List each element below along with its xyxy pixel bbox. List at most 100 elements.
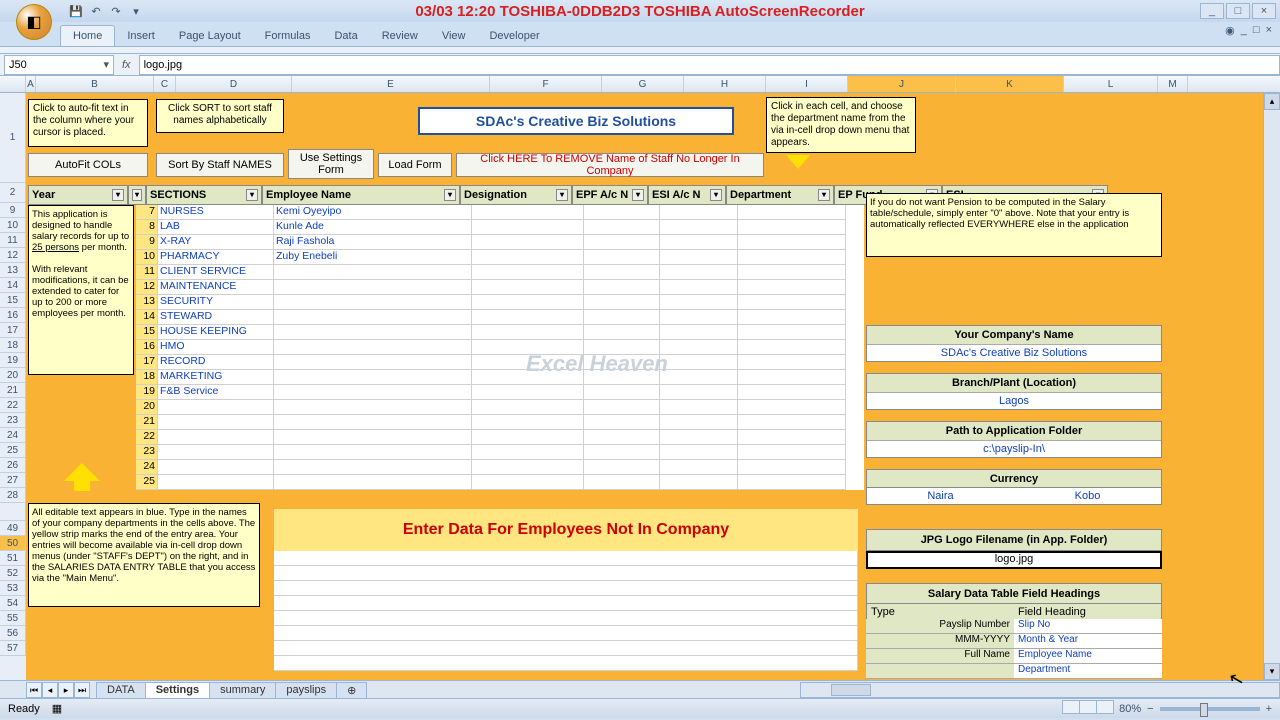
row-header-22[interactable]: 22 <box>0 398 26 413</box>
table-row[interactable]: 17RECORD <box>136 355 864 370</box>
filter-dropdown-icon[interactable]: ▾ <box>556 189 568 201</box>
table-row[interactable]: 20 <box>136 400 864 415</box>
col-header-K[interactable]: K <box>956 76 1064 92</box>
col-header-L[interactable]: L <box>1064 76 1158 92</box>
row-header-18[interactable]: 18 <box>0 338 26 353</box>
formula-input[interactable]: logo.jpg <box>139 55 1280 75</box>
filter-dropdown-icon[interactable]: ▾ <box>112 189 124 201</box>
help-icon[interactable]: ◉ <box>1225 24 1235 37</box>
row-header-28[interactable]: 28 <box>0 488 26 503</box>
table-row[interactable]: 11CLIENT SERVICE <box>136 265 864 280</box>
qat-dropdown-icon[interactable]: ▾ <box>128 3 144 19</box>
table-row[interactable]: 15HOUSE KEEPING <box>136 325 864 340</box>
table-header-Department[interactable]: Department▾ <box>726 185 834 205</box>
branch-value[interactable]: Lagos <box>867 392 1161 409</box>
macro-icon[interactable]: ▦ <box>52 702 62 715</box>
sheet-tab-summary[interactable]: summary <box>209 682 276 698</box>
table-row[interactable]: 14STEWARD <box>136 310 864 325</box>
col-header-B[interactable]: B <box>36 76 154 92</box>
fx-icon[interactable]: fx <box>122 59 131 71</box>
table-row[interactable]: 7NURSESKemi Oyeyipo <box>136 205 864 220</box>
zoom-slider[interactable] <box>1160 707 1260 711</box>
last-sheet-button[interactable]: ⏭ <box>74 682 90 698</box>
col-header-I[interactable]: I <box>766 76 848 92</box>
row-header-9[interactable]: 9 <box>0 203 26 218</box>
table-row[interactable]: 25 <box>136 475 864 490</box>
filter-dropdown-icon[interactable]: ▾ <box>246 189 258 201</box>
sheet-tab-settings[interactable]: Settings <box>145 682 210 698</box>
row-header-51[interactable]: 51 <box>0 551 26 566</box>
table-header-Employee Name[interactable]: Employee Name▾ <box>262 185 460 205</box>
save-icon[interactable]: 💾 <box>68 3 84 19</box>
sheet-tab-payslips[interactable]: payslips <box>275 682 337 698</box>
table-row[interactable]: 13SECURITY <box>136 295 864 310</box>
ribbon-tab-page-layout[interactable]: Page Layout <box>167 26 253 46</box>
row-header-20[interactable]: 20 <box>0 368 26 383</box>
row-header-25[interactable]: 25 <box>0 443 26 458</box>
ribbon-min-icon[interactable]: _ <box>1241 24 1247 37</box>
remove-staff-button[interactable]: Click HERE To REMOVE Name of Staff No Lo… <box>456 153 764 177</box>
row-header-2[interactable]: 2 <box>0 183 26 203</box>
row-header-49[interactable]: 49 <box>0 521 26 536</box>
filter-dropdown-icon[interactable]: ▾ <box>818 189 830 201</box>
row-header-11[interactable]: 11 <box>0 233 26 248</box>
row-header-10[interactable]: 10 <box>0 218 26 233</box>
zoom-value[interactable]: 80% <box>1119 703 1141 715</box>
sort-button[interactable]: Sort By Staff NAMES <box>156 153 284 177</box>
row-header-1[interactable]: 1 <box>0 93 26 183</box>
row-header-27[interactable]: 27 <box>0 473 26 488</box>
ribbon-close-icon[interactable]: × <box>1266 24 1272 37</box>
path-value[interactable]: c:\payslip-In\ <box>867 440 1161 457</box>
load-form-button[interactable]: Load Form <box>378 153 452 177</box>
undo-icon[interactable]: ↶ <box>88 3 104 19</box>
row-header-55[interactable]: 55 <box>0 611 26 626</box>
col-header-F[interactable]: F <box>490 76 602 92</box>
table-row[interactable]: 8LABKunle Ade <box>136 220 864 235</box>
salary-field-row[interactable]: Department <box>866 664 1162 679</box>
table-header-Designation[interactable]: Designation▾ <box>460 185 572 205</box>
row-header-50[interactable]: 50 <box>0 536 26 551</box>
vertical-scrollbar[interactable]: ▴ ▾ <box>1263 93 1280 680</box>
filter-dropdown-icon[interactable]: ▾ <box>710 189 722 201</box>
col-header-M[interactable]: M <box>1158 76 1188 92</box>
filter-dropdown-icon[interactable]: ▾ <box>132 189 142 201</box>
sheet-tab-data[interactable]: DATA <box>96 682 146 698</box>
hscroll-thumb[interactable] <box>831 684 871 696</box>
row-header-13[interactable]: 13 <box>0 263 26 278</box>
next-sheet-button[interactable]: ▸ <box>58 682 74 698</box>
salary-field-row[interactable]: Full NameEmployee Name <box>866 649 1162 664</box>
row-header-15[interactable]: 15 <box>0 293 26 308</box>
row-header-23[interactable]: 23 <box>0 413 26 428</box>
first-sheet-button[interactable]: ⏮ <box>26 682 42 698</box>
zoom-in-button[interactable]: + <box>1266 703 1272 715</box>
new-sheet-button[interactable]: ⊕ <box>336 682 367 698</box>
name-box-dropdown-icon[interactable]: ▾ <box>103 58 109 71</box>
table-row[interactable]: 19F&B Service <box>136 385 864 400</box>
row-header-17[interactable]: 17 <box>0 323 26 338</box>
table-row[interactable]: 16HMO <box>136 340 864 355</box>
ribbon-tab-review[interactable]: Review <box>370 26 430 46</box>
horizontal-scrollbar[interactable] <box>800 682 1280 698</box>
table-row[interactable]: 21 <box>136 415 864 430</box>
name-box[interactable]: J50 ▾ <box>4 55 114 75</box>
prev-sheet-button[interactable]: ◂ <box>42 682 58 698</box>
col-header-J[interactable]: J <box>848 76 956 92</box>
table-row[interactable]: 24 <box>136 460 864 475</box>
row-header-12[interactable]: 12 <box>0 248 26 263</box>
maximize-button[interactable]: □ <box>1226 3 1250 19</box>
close-button[interactable]: × <box>1252 3 1276 19</box>
table-row[interactable]: 10PHARMACYZuby Enebeli <box>136 250 864 265</box>
table-row[interactable]: 23 <box>136 445 864 460</box>
table-header-Year[interactable]: Year▾ <box>28 185 128 205</box>
minimize-button[interactable]: _ <box>1200 3 1224 19</box>
ribbon-tab-formulas[interactable]: Formulas <box>253 26 323 46</box>
table-row[interactable]: 18MARKETING <box>136 370 864 385</box>
row-header-53[interactable]: 53 <box>0 581 26 596</box>
ribbon-tab-insert[interactable]: Insert <box>115 26 167 46</box>
sections-table[interactable]: 7NURSESKemi Oyeyipo8LABKunle Ade9X-RAYRa… <box>136 205 864 490</box>
table-header-filter[interactable]: ▾ <box>128 185 146 205</box>
scroll-track[interactable] <box>1264 110 1280 663</box>
table-row[interactable]: 12MAINTENANCE <box>136 280 864 295</box>
col-header-H[interactable]: H <box>684 76 766 92</box>
table-header-EPF A/c N[interactable]: EPF A/c N▾ <box>572 185 648 205</box>
